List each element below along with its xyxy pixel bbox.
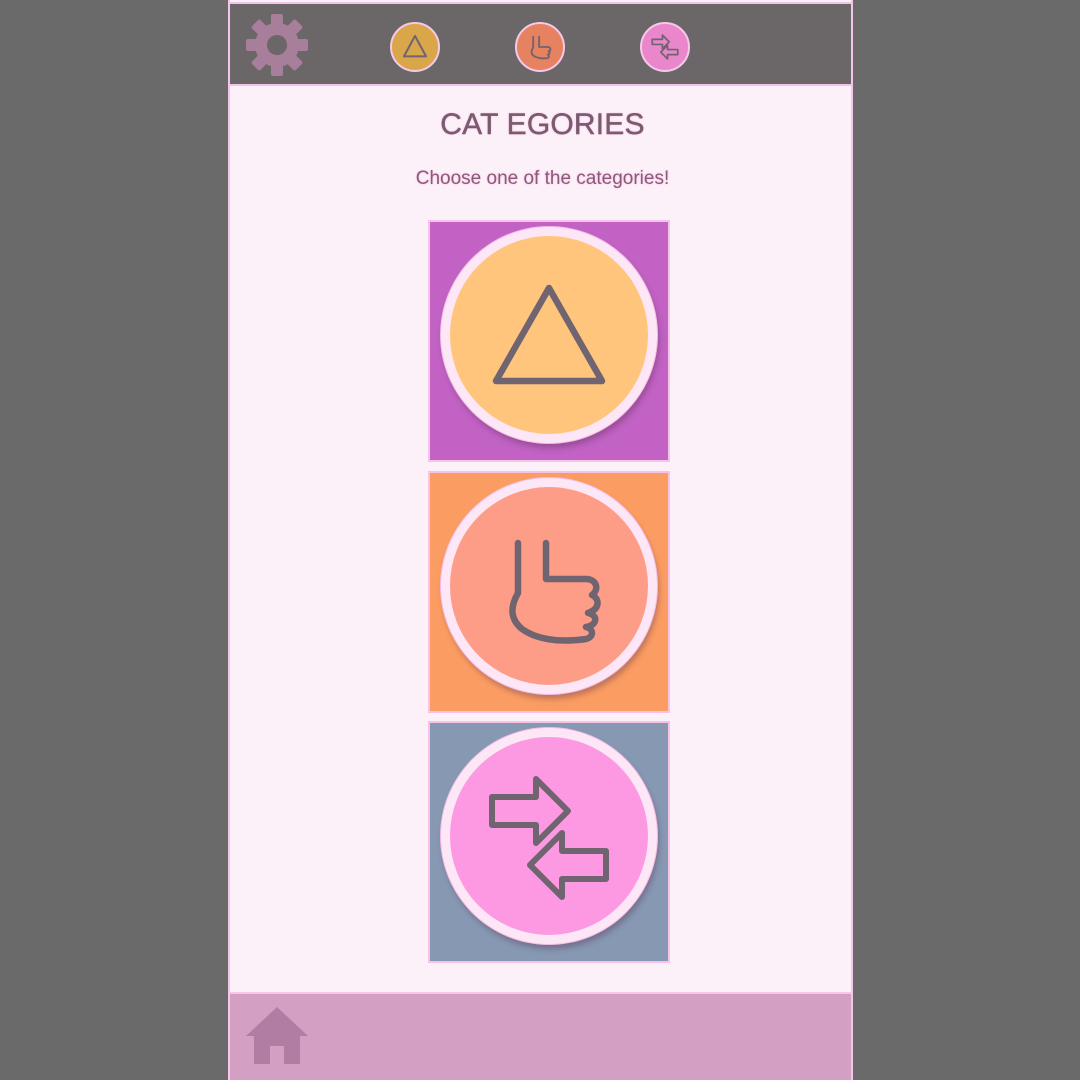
nav-swap-button[interactable]: [640, 22, 690, 72]
swap-arrows-icon: [489, 776, 609, 900]
nav-triangle-button[interactable]: [390, 22, 440, 72]
category-disc: [441, 478, 657, 694]
category-tile-triangle[interactable]: [428, 220, 670, 462]
swap-arrows-icon: [651, 34, 679, 60]
category-tile-foot[interactable]: [428, 471, 670, 713]
nav-foot-button[interactable]: [515, 22, 565, 72]
foot-icon: [509, 539, 601, 644]
category-tile-swap[interactable]: [428, 721, 670, 963]
home-icon[interactable]: [244, 1002, 310, 1068]
category-disc: [441, 227, 657, 443]
triangle-icon: [402, 34, 428, 58]
category-disc: [441, 728, 657, 944]
foot-icon: [530, 35, 552, 60]
gear-icon[interactable]: [242, 10, 312, 80]
app-window: CAT EGORIES Choose one of the categories…: [228, 0, 853, 1080]
triangle-icon: [492, 284, 606, 385]
bottom-toolbar: [230, 992, 851, 1080]
page-title: CAT EGORIES: [440, 108, 645, 141]
top-toolbar: [230, 2, 851, 86]
page-subtitle: Choose one of the categories!: [415, 168, 670, 189]
